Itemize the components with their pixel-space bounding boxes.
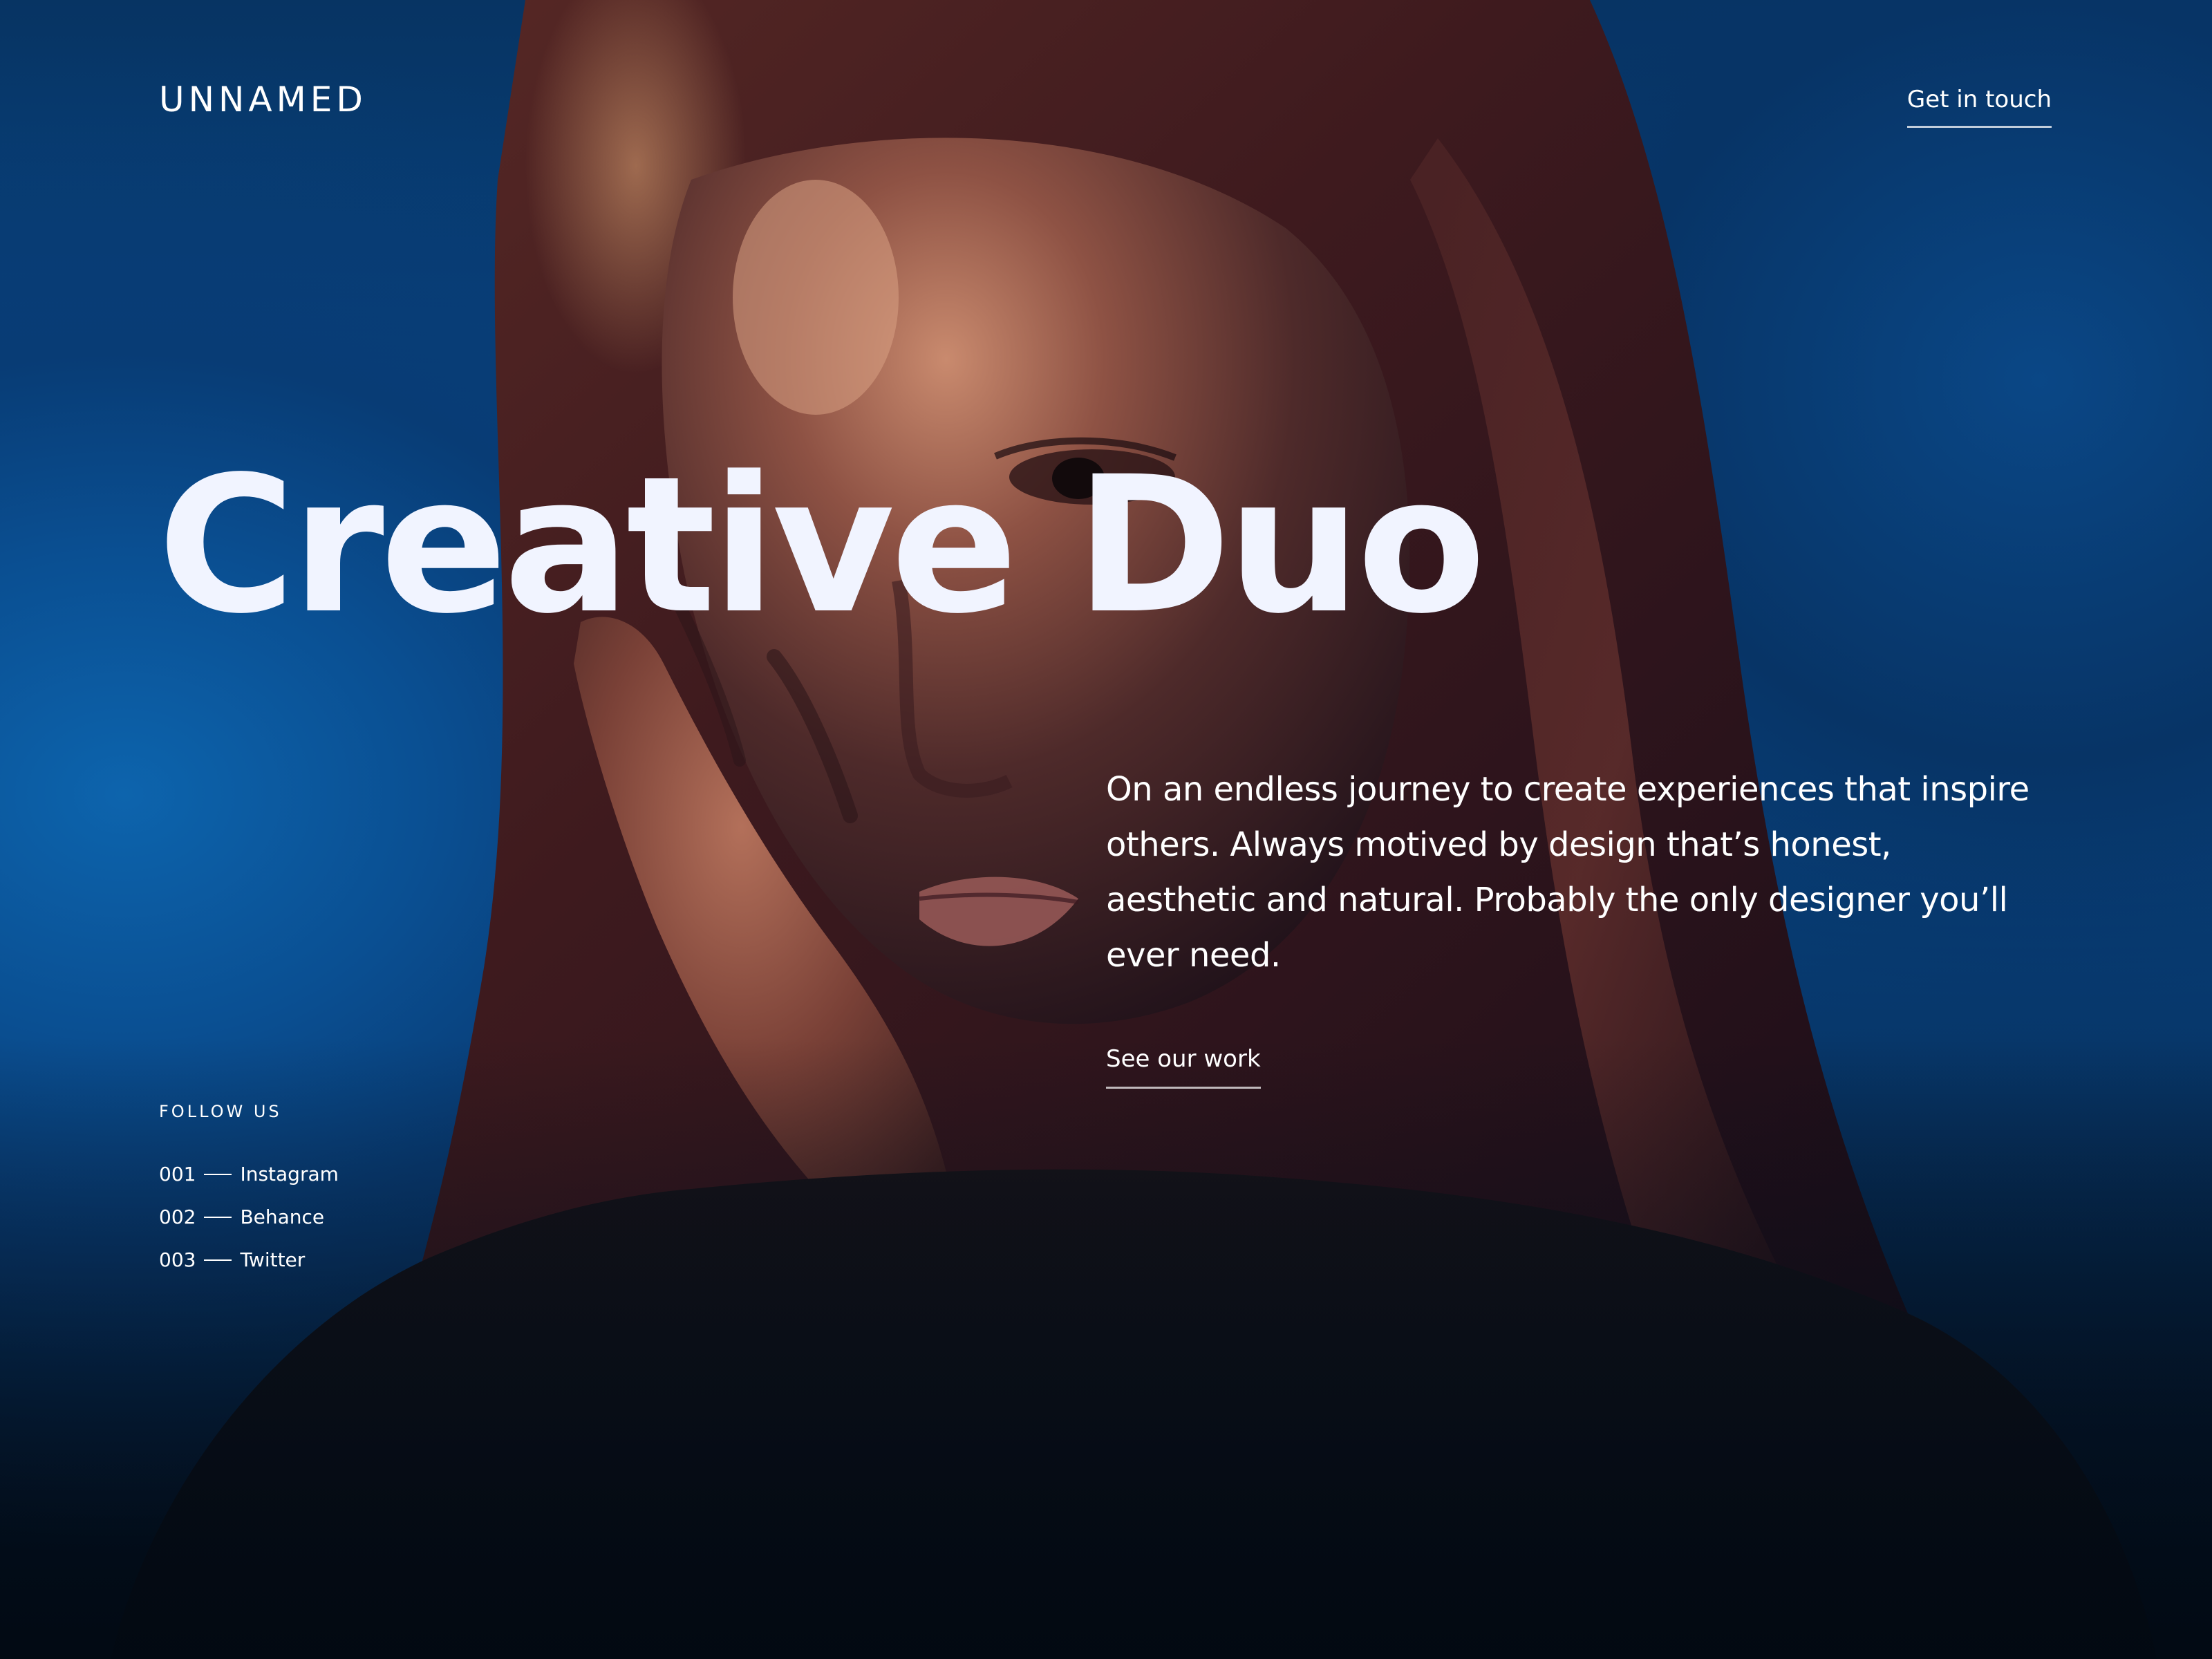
instagram-link[interactable]: 001 Instagram [159,1153,339,1196]
hero-title: Creative Duo [158,437,1486,655]
see-our-work-link[interactable]: See our work [1106,1042,1261,1089]
dash-divider [204,1259,232,1261]
social-number: 002 [159,1206,196,1228]
social-label: Instagram [240,1163,339,1185]
social-item-behance: 002 Behance [159,1196,339,1239]
dash-divider [204,1217,232,1218]
social-list: 001 Instagram 002 Behance 003 Twitter [159,1153,339,1282]
hero-description: On an endless journey to create experien… [1106,770,2030,975]
behance-link[interactable]: 002 Behance [159,1196,324,1239]
social-label: Twitter [240,1248,306,1271]
dash-divider [204,1174,232,1175]
site-logo[interactable]: UNNAMED [159,77,367,122]
social-number: 001 [159,1163,196,1185]
twitter-link[interactable]: 003 Twitter [159,1239,305,1282]
social-links-section: FOLLOW US 001 Instagram 002 Behance 003 [159,1099,339,1282]
follow-us-heading: FOLLOW US [159,1102,282,1121]
landing-page: UNNAMED Get in touch Creative Duo On an … [0,0,2212,1659]
get-in-touch-link[interactable]: Get in touch [1906,83,2052,128]
social-label: Behance [240,1206,325,1228]
social-item-instagram: 001 Instagram [159,1153,339,1196]
social-number: 003 [159,1248,196,1271]
social-item-twitter: 003 Twitter [159,1239,339,1282]
